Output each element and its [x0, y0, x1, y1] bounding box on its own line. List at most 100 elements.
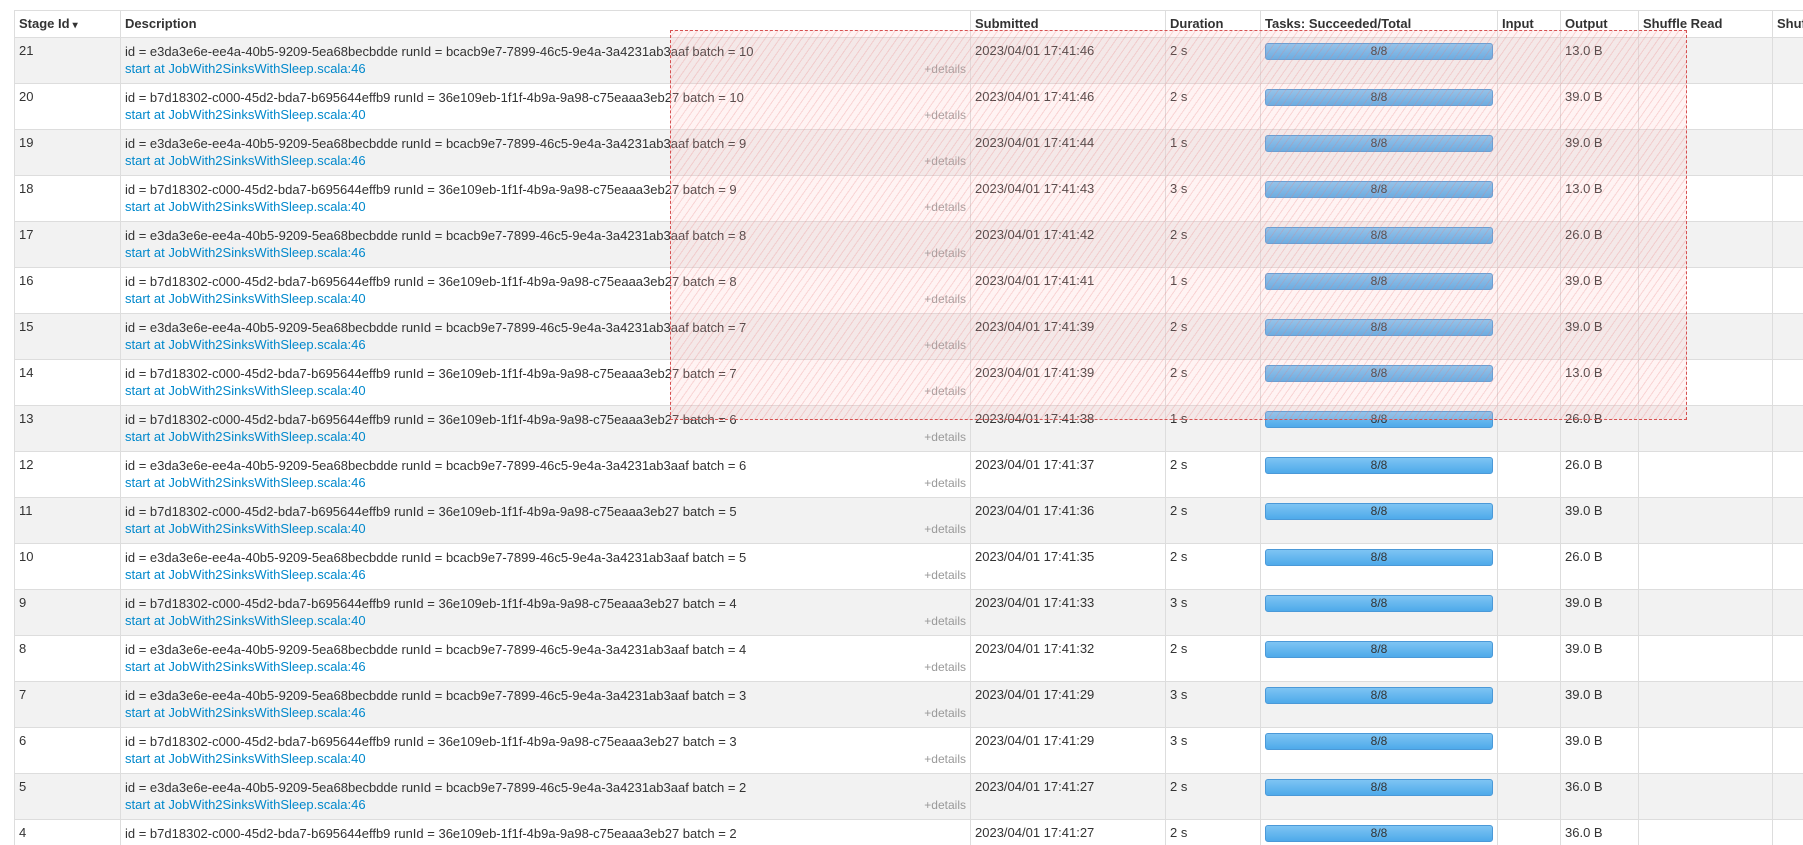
input-cell: [1497, 819, 1561, 845]
duration-cell: 2 s: [1165, 497, 1261, 544]
expand-details-toggle[interactable]: +details: [924, 200, 966, 214]
stage-description: id = b7d18302-c000-45d2-bda7-b695644effb…: [125, 366, 737, 381]
tasks-progress-bar: 8/8: [1265, 43, 1493, 60]
tasks-progress-label: 8/8: [1370, 274, 1388, 288]
stage-id-cell: 18: [14, 175, 121, 222]
shuffle-read-cell: [1638, 175, 1773, 222]
expand-details-toggle[interactable]: +details: [924, 706, 966, 720]
header-duration[interactable]: Duration: [1165, 10, 1261, 38]
output-cell: 39.0 B: [1560, 267, 1639, 314]
tasks-progress-label: 8/8: [1370, 182, 1388, 196]
expand-details-toggle[interactable]: +details: [924, 384, 966, 398]
submitted-time: 2023/04/01 17:41:32: [975, 641, 1095, 656]
tasks-cell: 8/8: [1260, 129, 1498, 176]
submitted-cell: 2023/04/01 17:41:42: [970, 221, 1166, 268]
stage-detail-link[interactable]: start at JobWith2SinksWithSleep.scala:46: [125, 704, 366, 721]
stage-id-cell: 20: [14, 83, 121, 130]
stage-detail-link[interactable]: start at JobWith2SinksWithSleep.scala:40: [125, 428, 366, 445]
stages-table: Stage Id ▾ Description Submitted Duration…: [14, 10, 1803, 845]
tasks-cell: 8/8: [1260, 83, 1498, 130]
duration-cell: 3 s: [1165, 727, 1261, 774]
tasks-progress-bar: 8/8: [1265, 641, 1493, 658]
tasks-cell: 8/8: [1260, 451, 1498, 498]
stage-detail-link[interactable]: start at JobWith2SinksWithSleep.scala:40: [125, 750, 366, 767]
header-description[interactable]: Description: [120, 10, 971, 38]
tasks-progress-label: 8/8: [1370, 228, 1388, 242]
expand-details-toggle[interactable]: +details: [924, 660, 966, 674]
expand-details-toggle[interactable]: +details: [924, 476, 966, 490]
tasks-cell: 8/8: [1260, 221, 1498, 268]
output-value: 39.0 B: [1565, 135, 1603, 150]
stage-detail-link[interactable]: start at JobWith2SinksWithSleep.scala:40: [125, 290, 366, 307]
tasks-cell: 8/8: [1260, 359, 1498, 406]
stage-description: id = b7d18302-c000-45d2-bda7-b695644effb…: [125, 504, 737, 519]
header-input[interactable]: Input: [1497, 10, 1561, 38]
stage-id: 12: [19, 457, 34, 472]
stage-detail-link[interactable]: start at JobWith2SinksWithSleep.scala:40: [125, 520, 366, 537]
stage-detail-link[interactable]: start at JobWith2SinksWithSleep.scala:46: [125, 658, 366, 675]
stage-detail-link[interactable]: start at JobWith2SinksWithSleep.scala:40: [125, 198, 366, 215]
output-value: 39.0 B: [1565, 503, 1603, 518]
header-output[interactable]: Output: [1560, 10, 1639, 38]
shuffle-write-cell: [1772, 589, 1803, 636]
shuffle-write-cell: [1772, 405, 1803, 452]
header-tasks-label: Tasks: Succeeded/Total: [1265, 16, 1412, 31]
expand-details-toggle[interactable]: +details: [924, 798, 966, 812]
output-value: 39.0 B: [1565, 89, 1603, 104]
header-shuffle-write[interactable]: Shuffle Write: [1772, 10, 1803, 38]
expand-details-toggle[interactable]: +details: [924, 614, 966, 628]
submitted-time: 2023/04/01 17:41:29: [975, 733, 1095, 748]
description-cell: id = b7d18302-c000-45d2-bda7-b695644effb…: [120, 83, 971, 130]
duration-cell: 2 s: [1165, 543, 1261, 590]
expand-details-toggle[interactable]: +details: [924, 154, 966, 168]
submitted-cell: 2023/04/01 17:41:41: [970, 267, 1166, 314]
shuffle-write-cell: [1772, 681, 1803, 728]
stage-id: 9: [19, 595, 27, 610]
stages-table-container: Stage Id ▾ Description Submitted Duration…: [14, 10, 1803, 845]
header-stage-id[interactable]: Stage Id ▾: [14, 10, 121, 38]
output-cell: 26.0 B: [1560, 405, 1639, 452]
submitted-time: 2023/04/01 17:41:38: [975, 411, 1095, 426]
duration-value: 3 s: [1170, 687, 1188, 702]
stage-detail-link[interactable]: start at JobWith2SinksWithSleep.scala:46: [125, 336, 366, 353]
expand-details-toggle[interactable]: +details: [924, 108, 966, 122]
stage-detail-link[interactable]: start at JobWith2SinksWithSleep.scala:40: [125, 382, 366, 399]
description-cell: id = b7d18302-c000-45d2-bda7-b695644effb…: [120, 727, 971, 774]
output-cell: 39.0 B: [1560, 83, 1639, 130]
output-value: 13.0 B: [1565, 181, 1603, 196]
stage-detail-link[interactable]: start at JobWith2SinksWithSleep.scala:40: [125, 106, 366, 123]
expand-details-toggle[interactable]: +details: [924, 522, 966, 536]
expand-details-toggle[interactable]: +details: [924, 246, 966, 260]
description-cell: id = e3da3e6e-ee4a-40b5-9209-5ea68becbdd…: [120, 221, 971, 268]
header-submitted[interactable]: Submitted: [970, 10, 1166, 38]
table-row: 16 id = b7d18302-c000-45d2-bda7-b695644ef…: [14, 267, 1803, 314]
header-tasks[interactable]: Tasks: Succeeded/Total: [1260, 10, 1498, 38]
expand-details-toggle[interactable]: +details: [924, 292, 966, 306]
expand-details-toggle[interactable]: +details: [924, 62, 966, 76]
output-value: 26.0 B: [1565, 411, 1603, 426]
expand-details-toggle[interactable]: +details: [924, 430, 966, 444]
stage-detail-link[interactable]: start at JobWith2SinksWithSleep.scala:46: [125, 566, 366, 583]
shuffle-write-cell: [1772, 267, 1803, 314]
stage-detail-link[interactable]: start at JobWith2SinksWithSleep.scala:46: [125, 796, 366, 813]
stage-detail-link[interactable]: start at JobWith2SinksWithSleep.scala:46: [125, 152, 366, 169]
tasks-cell: 8/8: [1260, 681, 1498, 728]
header-shuffle-read[interactable]: Shuffle Read: [1638, 10, 1773, 38]
tasks-progress-bar: 8/8: [1265, 181, 1493, 198]
tasks-progress-label: 8/8: [1370, 826, 1388, 840]
stage-detail-link[interactable]: start at JobWith2SinksWithSleep.scala:46: [125, 60, 366, 77]
header-shuffle-read-label: Shuffle Read: [1643, 16, 1723, 31]
output-cell: 26.0 B: [1560, 543, 1639, 590]
stage-detail-link[interactable]: start at JobWith2SinksWithSleep.scala:46: [125, 474, 366, 491]
stage-detail-link[interactable]: start at JobWith2SinksWithSleep.scala:46: [125, 244, 366, 261]
submitted-cell: 2023/04/01 17:41:27: [970, 773, 1166, 820]
shuffle-read-cell: [1638, 129, 1773, 176]
shuffle-write-cell: [1772, 37, 1803, 84]
expand-details-toggle[interactable]: +details: [924, 338, 966, 352]
stage-id-cell: 13: [14, 405, 121, 452]
stage-detail-link[interactable]: start at JobWith2SinksWithSleep.scala:40: [125, 612, 366, 629]
output-value: 36.0 B: [1565, 779, 1603, 794]
expand-details-toggle[interactable]: +details: [924, 568, 966, 582]
expand-details-toggle[interactable]: +details: [924, 752, 966, 766]
stage-id-cell: 9: [14, 589, 121, 636]
